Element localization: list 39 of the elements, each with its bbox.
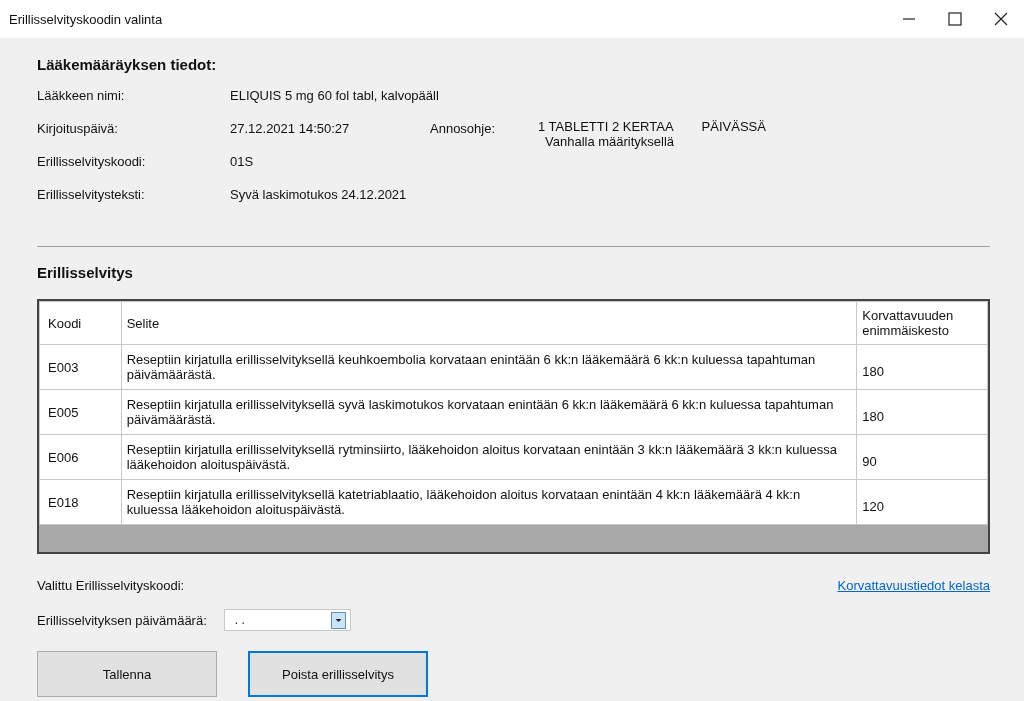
table-cell[interactable]: Reseptiin kirjatulla erillisselvityksellä katetriablaatio, lääkehoidon aloitus korvataan enintään 4 kk:n lääkemäärä 4 kk:n kuluessa lääkehoidon aloituspäivästä. xyxy=(121,479,857,525)
table-cell[interactable]: E006 xyxy=(39,434,122,480)
field-label: Annosohje: xyxy=(430,121,497,136)
field-label: Erillisselvityskoodi: xyxy=(37,154,147,169)
section-heading: Lääkemääräyksen tiedot: xyxy=(37,56,218,75)
field-label: Kirjoituspäivä: xyxy=(37,121,119,136)
table-cell[interactable]: 180 xyxy=(856,389,988,435)
field-label: Erillisselvitysteksti: xyxy=(37,187,146,202)
dropdown-icon[interactable] xyxy=(330,611,346,629)
action-button[interactable]: Poista erillisselvitys xyxy=(248,651,428,697)
table-cell[interactable]: 90 xyxy=(856,434,988,480)
field-label: Lääkkeen nimi: xyxy=(37,88,126,103)
field-label: Erillisselvityksen päivämäärä: xyxy=(37,612,207,628)
column-header[interactable]: Selite xyxy=(121,301,857,345)
table-cell[interactable]: 120 xyxy=(856,479,988,525)
table-cell[interactable]: E003 xyxy=(39,344,122,390)
close-icon[interactable] xyxy=(994,12,1008,26)
maximize-icon[interactable] xyxy=(948,12,962,26)
field-value: PÄIVÄSSÄ xyxy=(701,119,766,134)
field-value: 27.12.2021 14:50:27 xyxy=(230,121,351,136)
field-value: Syvä laskimotukos 24.12.2021 xyxy=(230,187,408,202)
section-heading: Erillisselvitys xyxy=(37,264,134,283)
table-cell[interactable]: E005 xyxy=(39,389,122,435)
table-cell[interactable]: E018 xyxy=(39,479,122,525)
column-header[interactable]: Korvattavuuden enimmäiskesto xyxy=(856,301,988,345)
field-value: 1 TABLETTI 2 KERTAA xyxy=(538,119,674,134)
field-value: ELIQUIS 5 mg 60 fol tabl, kalvopääll xyxy=(230,88,439,103)
window-title: Erillisselvityskoodin valinta xyxy=(9,11,163,27)
column-header[interactable]: Koodi xyxy=(39,301,122,345)
field-value: 01S xyxy=(230,154,255,169)
table-cell[interactable]: Reseptiin kirjatulla erillisselvityksellä rytminsiirto, lääkehoidon aloitus korvataan enintään 3 kk:n lääkemäärä 3 kk:n kuluessa lääkehoidon aloituspäivästä. xyxy=(121,434,857,480)
field-label: Valittu Erillisselvityskoodi: xyxy=(37,578,185,593)
table-cell[interactable]: 180 xyxy=(856,344,988,390)
table-cell[interactable]: Reseptiin kirjatulla erillisselvityksellä syvä laskimotukos korvataan enintään 6 kk:n lääkemäärä 6 kk:n kuluessa tapahtuman päivämäärästä. xyxy=(121,389,857,435)
date-picker[interactable]: . . xyxy=(223,609,351,631)
action-button[interactable]: Tallenna xyxy=(37,651,217,697)
field-value: Vanhalla määrityksellä xyxy=(544,134,676,149)
kela-link[interactable]: Korvattavuustiedot kelasta xyxy=(837,578,990,593)
table-cell[interactable]: Reseptiin kirjatulla erillisselvityksellä keuhkoembolia korvataan enintään 6 kk:n lääkemäärä 6 kk:n kuluessa tapahtuman päivämäärästä. xyxy=(121,344,857,390)
